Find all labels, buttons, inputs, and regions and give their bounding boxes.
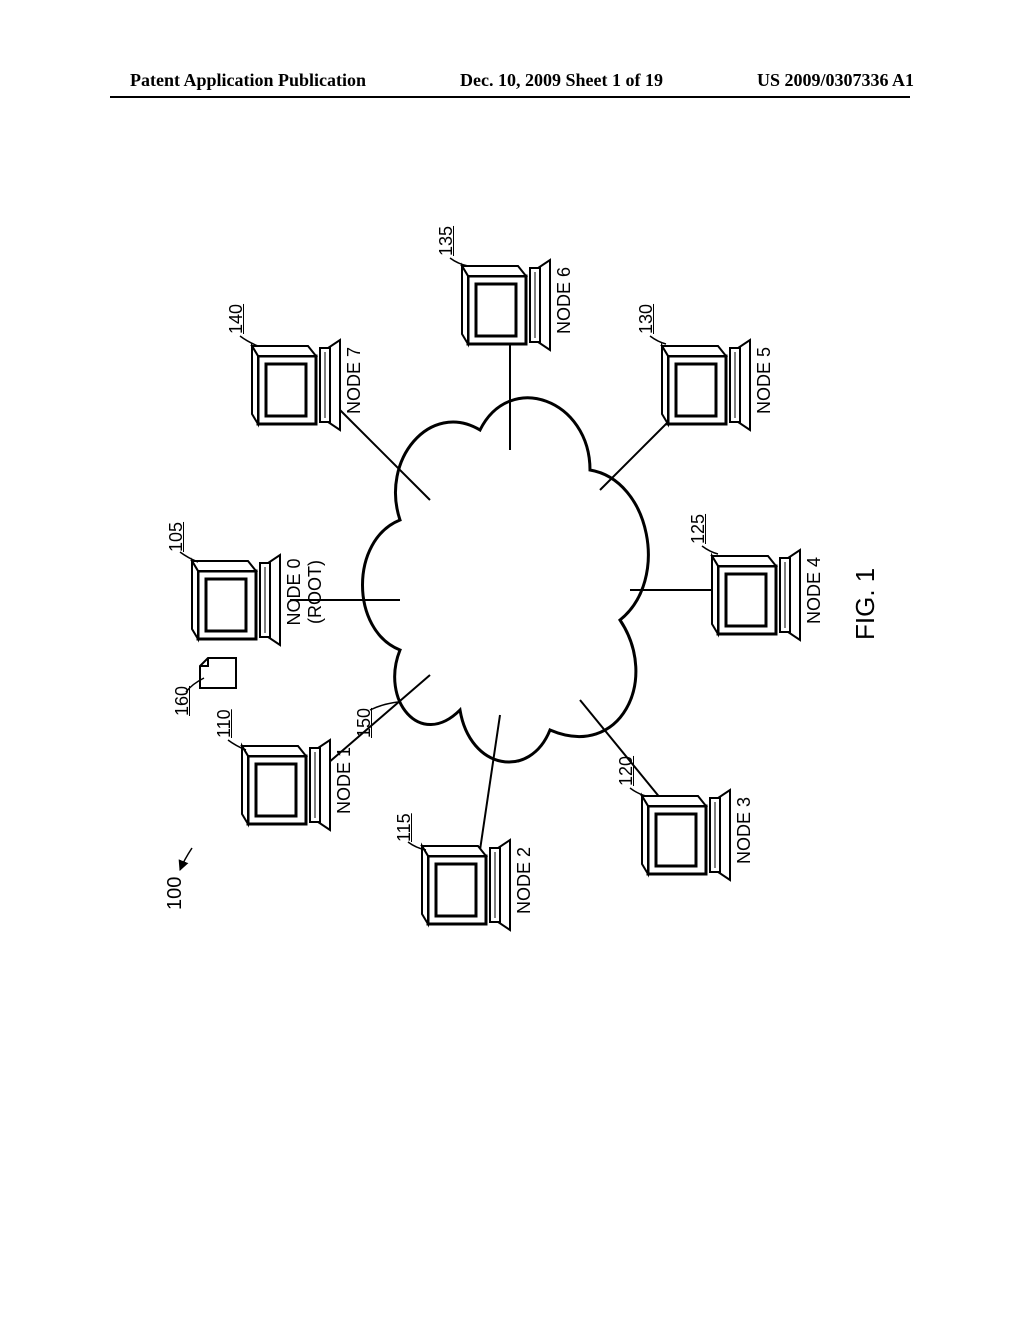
ref-115: 115: [394, 813, 415, 842]
node6-terminal: [462, 260, 550, 350]
ref-135: 135: [436, 226, 457, 256]
ref-105: 105: [166, 522, 187, 552]
ref-150: 150: [354, 708, 375, 738]
ref-140: 140: [226, 304, 247, 334]
node0-terminal: [192, 555, 280, 645]
node4-caption: NODE 4: [804, 557, 825, 624]
document-icon: [200, 658, 236, 688]
node5-terminal: [662, 340, 750, 430]
ref-130: 130: [636, 304, 657, 334]
ref-160: 160: [172, 686, 193, 716]
page: { "header": { "left": "Patent Applicatio…: [0, 0, 1024, 1320]
network-cloud: [363, 398, 649, 762]
header-rule: [110, 96, 910, 98]
page-header: Patent Application Publication Dec. 10, …: [0, 70, 1024, 91]
ref-125: 125: [688, 514, 709, 544]
figure-area: 100 160 105 110 140 150 115 135 120 125 …: [150, 240, 870, 960]
node0-line1: NODE 0: [284, 558, 304, 625]
node3-terminal: [642, 790, 730, 880]
figure-label: FIG. 1: [850, 568, 881, 640]
node7-caption: NODE 7: [344, 347, 365, 414]
node4-terminal: [712, 550, 800, 640]
node1-terminal: [242, 740, 330, 830]
node6-caption: NODE 6: [554, 267, 575, 334]
node5-caption: NODE 5: [754, 347, 775, 414]
node3-caption: NODE 3: [734, 797, 755, 864]
header-center: Dec. 10, 2009 Sheet 1 of 19: [460, 70, 663, 91]
node0-caption: NODE 0 (ROOT): [284, 552, 326, 632]
header-left: Patent Application Publication: [130, 70, 366, 91]
ref-110: 110: [214, 709, 235, 738]
ref-100: 100: [164, 877, 187, 910]
node2-caption: NODE 2: [514, 847, 535, 914]
node1-caption: NODE 1: [334, 747, 355, 814]
ref-120: 120: [616, 756, 637, 786]
node0-line2: (ROOT): [305, 560, 325, 624]
node2-terminal: [422, 840, 510, 930]
node7-terminal: [252, 340, 340, 430]
header-right: US 2009/0307336 A1: [757, 70, 914, 91]
